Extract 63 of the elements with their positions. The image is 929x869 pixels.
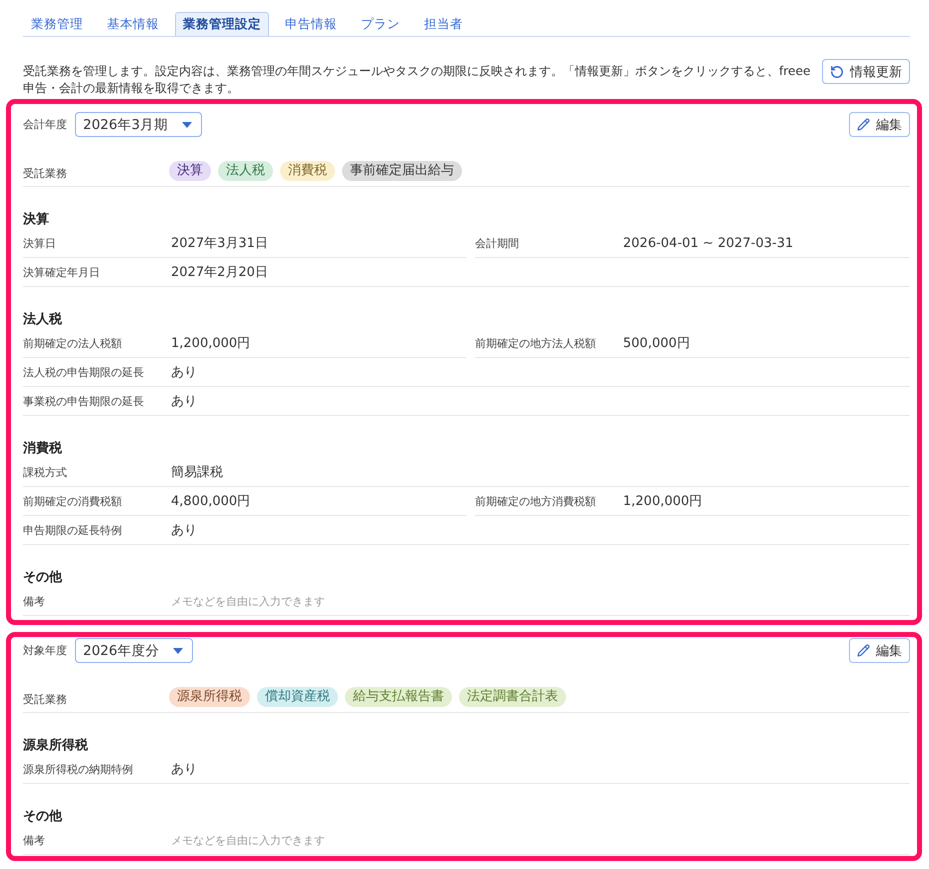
edit-button[interactable]: 編集 — [849, 112, 910, 137]
section-heading: その他 — [23, 569, 64, 587]
field-value: 2026-04-01 ~ 2027-03-31 — [623, 236, 794, 250]
caret-icon — [173, 648, 184, 654]
field-label: 決算日 — [23, 236, 57, 250]
field-value: 2027年2月20日 — [171, 264, 268, 281]
service-tag: 決算 — [169, 161, 211, 181]
refresh-button[interactable]: 情報更新 — [822, 59, 910, 84]
field-label: 課税方式 — [23, 464, 68, 480]
field-label: 申告期限の延長特例 — [23, 522, 123, 538]
field-label: 前期確定の法人税額 — [23, 336, 123, 350]
pencil-icon — [857, 644, 870, 657]
period-select[interactable]: 2026年3月期 — [75, 112, 202, 137]
field-label: 法人税の申告期限の延長 — [23, 364, 145, 380]
section-heading: 消費税 — [23, 440, 63, 458]
caret-icon — [182, 122, 192, 128]
memo-field[interactable]: メモなどを自由に入力できます — [171, 594, 910, 608]
field-value: 1,200,000円 — [171, 335, 250, 352]
field-value: 1,200,000円 — [623, 493, 702, 510]
tab[interactable]: 基本情報 — [99, 12, 167, 36]
period-label: 会計年度 — [23, 117, 67, 132]
tab[interactable]: プラン — [353, 12, 408, 36]
field-label: 前期確定の地方法人税額 — [475, 336, 597, 350]
tab[interactable]: 業務管理設定 — [175, 12, 269, 36]
service-tag: 事前確定届出給与 — [342, 161, 462, 181]
field-label: 源泉所得税の納期特例 — [23, 762, 134, 776]
service-tag: 源泉所得税 — [169, 687, 250, 707]
tab[interactable]: 担当者 — [416, 12, 471, 36]
field-label: 備考 — [23, 594, 46, 608]
edit-button[interactable]: 編集 — [849, 638, 910, 663]
field-value: あり — [171, 522, 197, 539]
field-label: 備考 — [23, 832, 46, 848]
field-value: あり — [171, 364, 197, 381]
services-label: 受託業務 — [23, 692, 68, 706]
field-value: あり — [171, 761, 197, 778]
field-label: 事業税の申告期限の延長 — [23, 394, 145, 408]
service-tag: 法人税 — [218, 161, 273, 181]
tab[interactable]: 業務管理 — [23, 12, 91, 36]
service-tag: 給与支払報告書 — [345, 687, 452, 707]
services-label: 受託業務 — [23, 166, 68, 180]
period-select[interactable]: 2026年度分 — [75, 638, 194, 663]
field-value: 500,000円 — [623, 335, 690, 352]
field-value: 簡易課税 — [171, 464, 223, 481]
field-label: 前期確定の消費税額 — [23, 494, 123, 508]
section-heading: 源泉所得税 — [23, 737, 89, 755]
field-label: 前期確定の地方消費税額 — [475, 494, 597, 508]
field-value: 4,800,000円 — [171, 493, 250, 510]
pencil-icon — [857, 118, 870, 131]
field-value: 2027年3月31日 — [171, 235, 268, 252]
field-label: 決算確定年月日 — [23, 264, 101, 280]
section-heading: 決算 — [23, 211, 50, 229]
service-tag: 償却資産税 — [257, 687, 338, 707]
section-heading: その他 — [23, 808, 64, 826]
description-text: 受託業務を管理します。設定内容は、業務管理の年間スケジュールやタスクの期限に反映されます。「情報更新」ボタンをクリックすると、freee申告・会計の最新情報を取得できます。 — [23, 63, 812, 97]
service-tag: 消費税 — [280, 161, 335, 181]
section-heading: 法人税 — [23, 311, 63, 329]
service-tag: 法定調書合計表 — [459, 687, 566, 707]
field-label: 会計期間 — [475, 236, 520, 250]
field-value: あり — [171, 393, 197, 410]
tab[interactable]: 申告情報 — [277, 12, 345, 36]
memo-field[interactable]: メモなどを自由に入力できます — [171, 834, 910, 846]
refresh-icon — [830, 64, 844, 78]
period-label: 対象年度 — [23, 643, 67, 658]
